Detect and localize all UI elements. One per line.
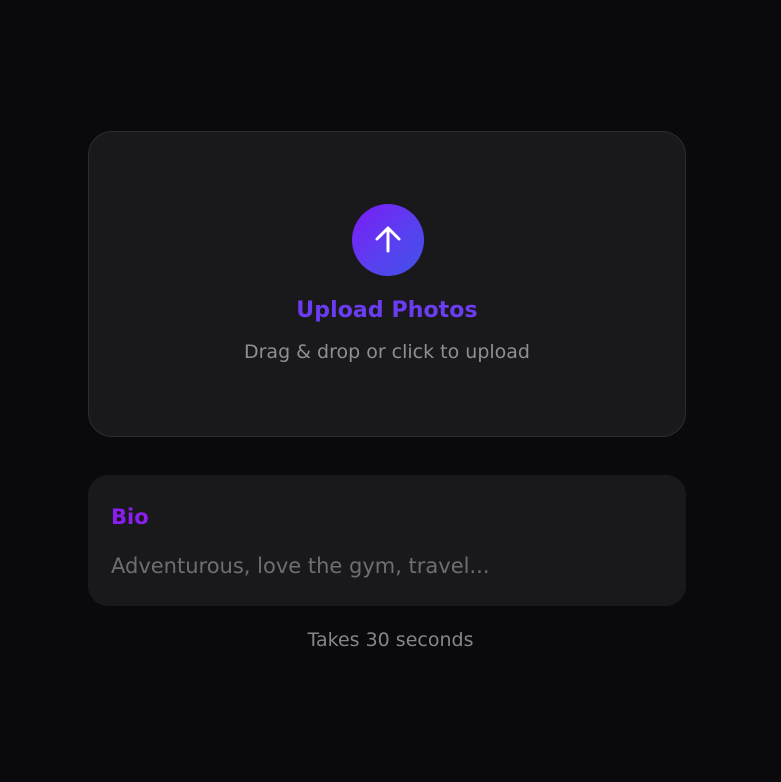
bio-input[interactable] (111, 549, 661, 583)
arrow-up-icon (371, 223, 405, 257)
bio-label: Bio (111, 505, 149, 529)
upload-title: Upload Photos (296, 298, 478, 323)
upload-dropzone[interactable]: Upload Photos Drag & drop or click to up… (88, 131, 686, 437)
upload-subtitle: Drag & drop or click to upload (243, 341, 530, 363)
time-hint: Takes 30 seconds (307, 629, 474, 651)
page: Upload Photos Drag & drop or click to up… (0, 0, 781, 782)
upload-button[interactable] (352, 204, 424, 276)
bio-card: Bio (88, 475, 686, 606)
